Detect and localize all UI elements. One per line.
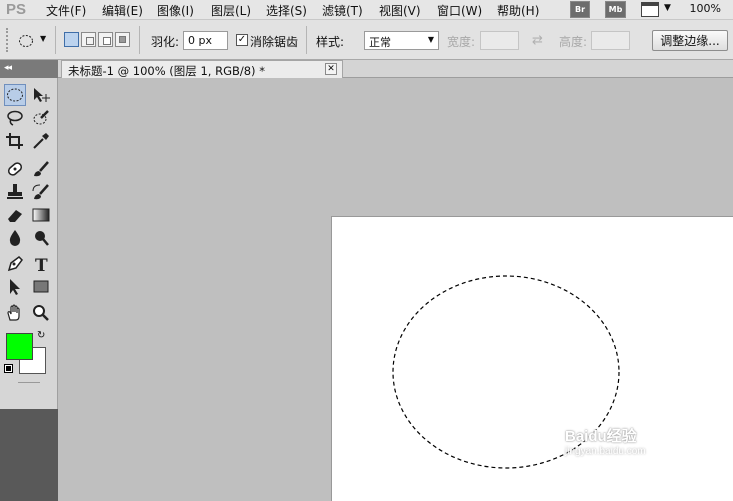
watermark-url: jingyan.baidu.com — [565, 446, 646, 457]
watermark-text: Baidu经验 — [565, 428, 637, 445]
